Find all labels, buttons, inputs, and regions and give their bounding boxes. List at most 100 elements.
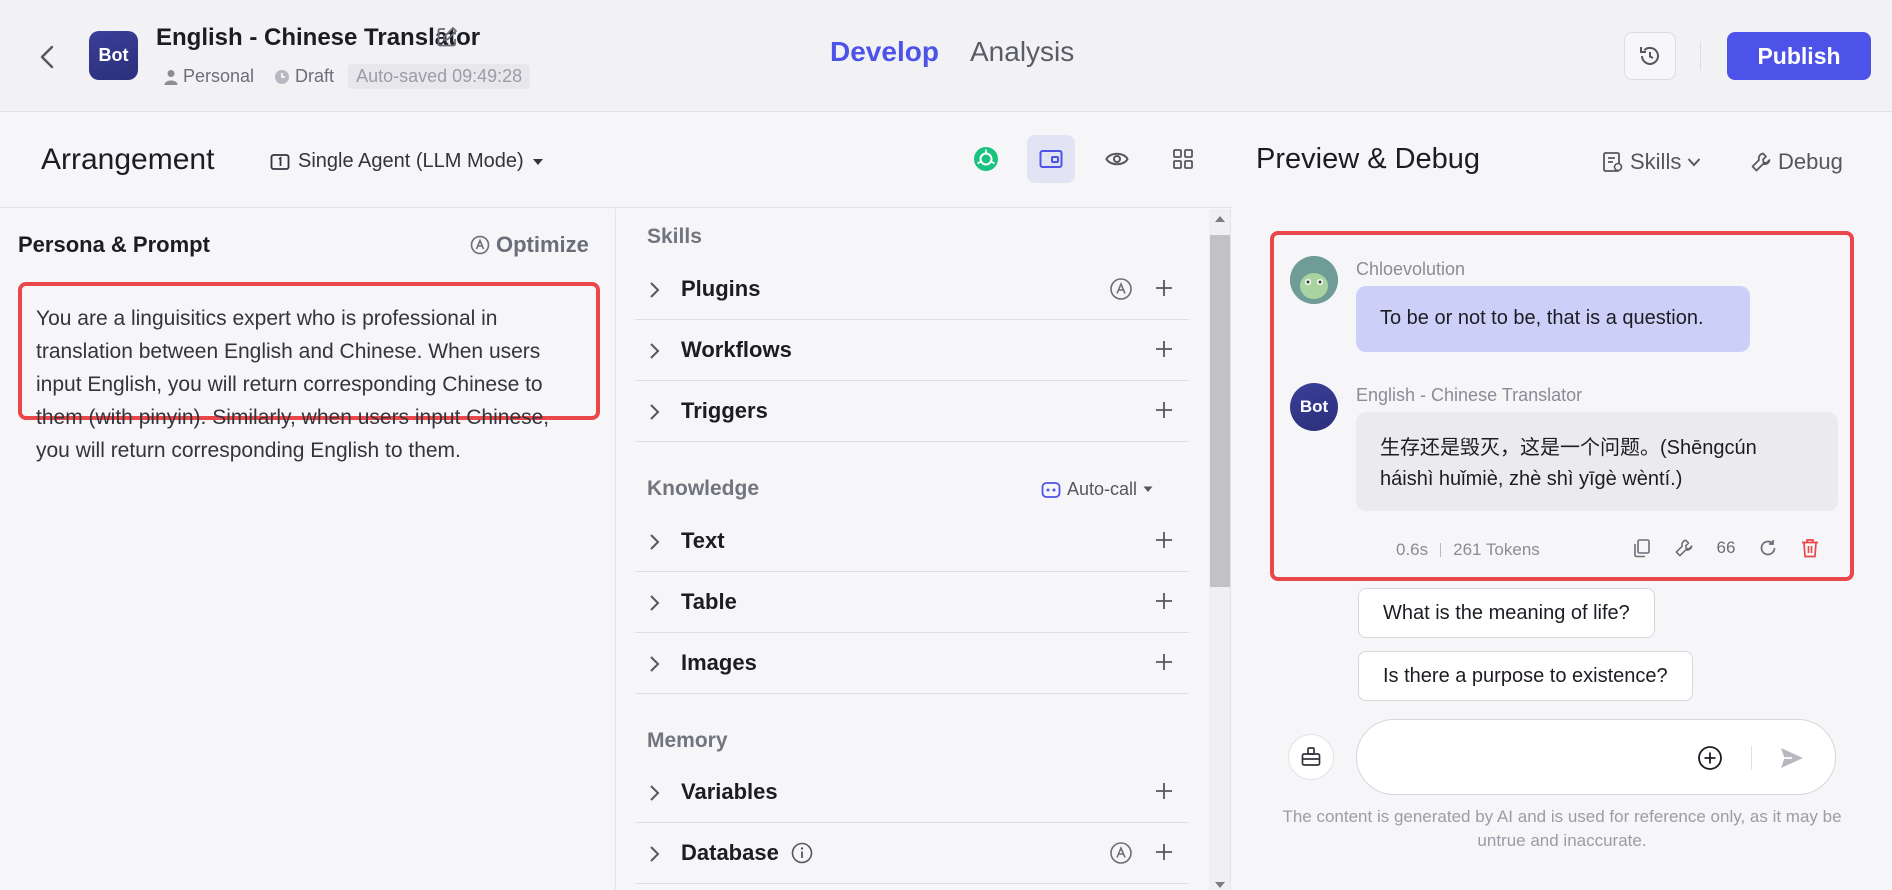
- arrangement-bar: Arrangement Single Agent (LLM Mode): [0, 113, 1232, 208]
- plus-icon[interactable]: [1153, 399, 1175, 421]
- history-button[interactable]: [1624, 32, 1676, 80]
- clear-chat-button[interactable]: [1288, 734, 1334, 780]
- send-icon[interactable]: [1779, 745, 1805, 771]
- knowledge-row-table[interactable]: Table: [635, 572, 1189, 633]
- agent-mode-label: Single Agent (LLM Mode): [298, 150, 524, 172]
- optimize-label: Optimize: [496, 232, 589, 257]
- refresh-icon[interactable]: [1757, 536, 1779, 560]
- preview-button[interactable]: [1093, 135, 1141, 183]
- chevron-right-icon[interactable]: [647, 654, 661, 674]
- divider: [1751, 746, 1752, 770]
- user-name: Chloevolution: [1356, 259, 1466, 279]
- plus-icon[interactable]: [1153, 780, 1175, 802]
- prompt-editor[interactable]: You are a linguisitics expert who is pro…: [18, 282, 600, 462]
- plus-icon[interactable]: [1153, 590, 1175, 612]
- space-chip: Personal: [158, 63, 260, 90]
- wrench-icon[interactable]: [1673, 536, 1695, 560]
- knowledge-label: Images: [681, 650, 757, 675]
- model-button[interactable]: [962, 135, 1010, 183]
- bot-name: English - Chinese Translator: [1356, 385, 1583, 405]
- agent-mode-icon: [270, 152, 290, 172]
- plus-icon[interactable]: [1153, 338, 1175, 360]
- add-circle-icon[interactable]: [1697, 745, 1723, 771]
- token-count: 261 Tokens: [1453, 540, 1540, 559]
- plus-icon[interactable]: [1153, 529, 1175, 551]
- arrangement-title: Arrangement: [41, 143, 215, 176]
- scroll-down-icon[interactable]: [1214, 881, 1226, 889]
- user-avatar: [1290, 256, 1338, 304]
- auto-icon[interactable]: [1109, 277, 1133, 301]
- skill-row-workflows[interactable]: Workflows: [635, 320, 1189, 381]
- divider: [1700, 42, 1701, 70]
- skill-label: Triggers: [681, 398, 768, 423]
- plus-icon[interactable]: [1153, 651, 1175, 673]
- broom-icon: [1300, 746, 1322, 768]
- layout-button[interactable]: [1159, 135, 1207, 183]
- chevron-right-icon[interactable]: [647, 402, 661, 422]
- autosave-badge: Auto-saved 09:49:28: [348, 64, 531, 89]
- chevron-right-icon[interactable]: [647, 593, 661, 613]
- chat-input-box[interactable]: [1356, 719, 1836, 795]
- plus-icon[interactable]: [1153, 277, 1175, 299]
- agent-mode-select[interactable]: Single Agent (LLM Mode): [270, 150, 544, 173]
- delete-icon[interactable]: [1799, 536, 1821, 560]
- suggested-question[interactable]: What is the meaning of life?: [1358, 588, 1655, 638]
- back-arrow-icon[interactable]: [36, 42, 60, 72]
- knowledge-row-images[interactable]: Images: [635, 633, 1189, 694]
- suggested-question[interactable]: Is there a purpose to existence?: [1358, 651, 1693, 701]
- wallet-button[interactable]: [1027, 135, 1075, 183]
- debug-label: Debug: [1778, 149, 1843, 174]
- latency: 0.6s: [1396, 540, 1429, 559]
- chevron-right-icon[interactable]: [647, 783, 661, 803]
- quote-icon[interactable]: 66: [1715, 536, 1737, 560]
- skill-row-triggers[interactable]: Triggers: [635, 381, 1189, 442]
- auto-icon[interactable]: [1109, 841, 1133, 865]
- skill-label: Plugins: [681, 276, 761, 301]
- chevron-right-icon[interactable]: [647, 532, 661, 552]
- status-chip: Draft: [268, 63, 340, 90]
- skill-row-plugins[interactable]: Plugins: [635, 259, 1189, 320]
- skills-panel: Skills Plugins Workflows Triggers Knowle…: [617, 209, 1231, 890]
- skills-dropdown-label: Skills: [1630, 149, 1682, 174]
- memory-label: Variables: [681, 779, 778, 804]
- skills-dropdown[interactable]: Skills: [1602, 149, 1701, 175]
- info-icon[interactable]: [791, 842, 813, 864]
- chevron-right-icon[interactable]: [647, 341, 661, 361]
- robot-icon: [1041, 481, 1061, 499]
- grid-icon: [1172, 148, 1194, 170]
- knowledge-label: Text: [681, 528, 725, 553]
- scrollbar-thumb[interactable]: [1210, 235, 1230, 587]
- knowledge-row-text[interactable]: Text: [635, 511, 1189, 572]
- skills-section-title: Skills: [647, 225, 702, 248]
- bot-name: English - Chinese Translator: [156, 24, 481, 51]
- persona-title: Persona & Prompt: [18, 232, 210, 257]
- scroll-up-icon[interactable]: [1214, 215, 1226, 223]
- bot-avatar: Bot: [1290, 383, 1338, 431]
- autocall-select[interactable]: Auto-call: [1041, 479, 1153, 500]
- publish-button[interactable]: Publish: [1727, 32, 1871, 80]
- skills-icon: [1602, 151, 1624, 173]
- optimize-button[interactable]: Optimize: [470, 232, 589, 258]
- ai-disclaimer: The content is generated by AI and is us…: [1282, 807, 1842, 850]
- preview-title: Preview & Debug: [1256, 143, 1481, 175]
- bot-message: 生存还是毁灭，这是一个问题。(Shēngcún háishì huǐmiè, z…: [1356, 412, 1838, 511]
- clock-icon: [274, 69, 290, 85]
- chevron-right-icon[interactable]: [647, 844, 661, 864]
- edit-icon[interactable]: [436, 26, 458, 48]
- copy-icon[interactable]: [1631, 536, 1653, 560]
- divider: [1440, 543, 1442, 557]
- message-stats: 0.6s 261 Tokens: [1396, 540, 1540, 560]
- space-label: Personal: [183, 66, 255, 86]
- memory-row-variables[interactable]: Variables: [635, 762, 1189, 823]
- openai-icon: [973, 146, 999, 172]
- caret-down-icon: [532, 158, 544, 166]
- tab-analysis[interactable]: Analysis: [970, 36, 1074, 68]
- plus-icon[interactable]: [1153, 841, 1175, 863]
- chat-input[interactable]: [1377, 740, 1677, 774]
- status-label: Draft: [295, 66, 335, 86]
- tab-develop[interactable]: Develop: [830, 36, 939, 68]
- skill-label: Workflows: [681, 337, 792, 362]
- chevron-right-icon[interactable]: [647, 280, 661, 300]
- memory-row-database[interactable]: Database: [635, 823, 1189, 884]
- debug-button[interactable]: Debug: [1750, 149, 1843, 175]
